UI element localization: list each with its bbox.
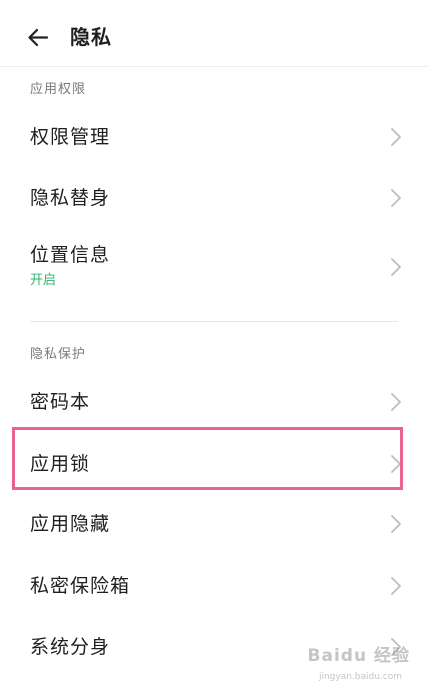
row-system-clone[interactable]: 系统分身 <box>0 622 428 672</box>
row-location-info[interactable]: 位置信息 开启 <box>0 232 428 300</box>
status-badge: 开启 <box>30 273 57 288</box>
section-divider <box>30 321 398 322</box>
row-app-lock[interactable]: 应用锁 <box>0 438 428 488</box>
row-label: 应用锁 <box>30 453 91 475</box>
row-private-safe[interactable]: 私密保险箱 <box>0 560 428 610</box>
row-label: 位置信息 <box>30 244 111 266</box>
chevron-right-icon <box>391 515 401 533</box>
chevron-right-icon <box>391 638 401 656</box>
arrow-left-icon <box>28 28 49 47</box>
back-button[interactable] <box>20 20 56 56</box>
row-label: 系统分身 <box>30 636 111 658</box>
row-label: 隐私替身 <box>30 187 111 209</box>
row-privacy-substitute[interactable]: 隐私替身 <box>0 173 428 223</box>
row-password-book[interactable]: 密码本 <box>0 377 428 427</box>
page-title: 隐私 <box>70 25 112 49</box>
row-label: 密码本 <box>30 391 91 413</box>
row-label: 权限管理 <box>30 126 111 148</box>
app-header: 隐私 <box>0 0 428 67</box>
chevron-right-icon <box>391 189 401 207</box>
chevron-right-icon <box>391 393 401 411</box>
row-permission-management[interactable]: 权限管理 <box>0 112 428 162</box>
chevron-right-icon <box>391 577 401 595</box>
row-app-hide[interactable]: 应用隐藏 <box>0 499 428 549</box>
section-header-privacy-protection: 隐私保护 <box>30 347 87 362</box>
section-header-app-permissions: 应用权限 <box>30 82 87 97</box>
chevron-right-icon <box>391 128 401 146</box>
watermark-url: jingyan.baidu.com <box>318 672 402 682</box>
row-label: 私密保险箱 <box>30 575 131 597</box>
chevron-right-icon <box>391 455 401 473</box>
row-label: 应用隐藏 <box>30 513 111 535</box>
chevron-right-icon <box>391 258 401 276</box>
